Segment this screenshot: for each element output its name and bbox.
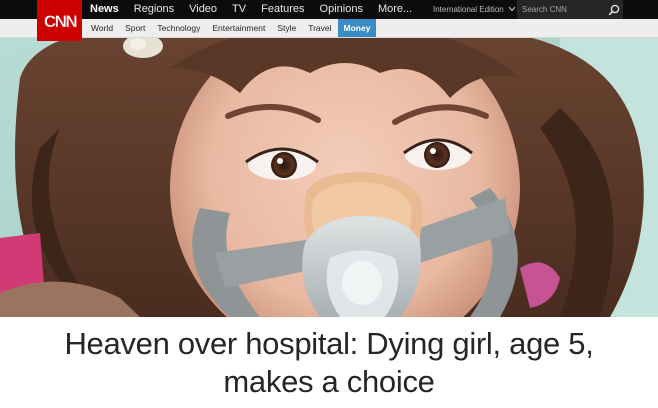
section-nav: World Sport Technology Entertainment Sty…	[85, 19, 377, 37]
nav-item-video[interactable]: Video	[189, 0, 217, 19]
section-money[interactable]: Money	[337, 19, 377, 37]
top-navigation-bar: News Regions Video TV Features Opinions …	[0, 0, 658, 19]
primary-nav: News Regions Video TV Features Opinions …	[90, 0, 427, 19]
article-headline[interactable]: Heaven over hospital: Dying girl, age 5,…	[59, 325, 599, 401]
hero-photo-girl-with-mask	[0, 38, 658, 317]
nav-item-features[interactable]: Features	[261, 0, 304, 19]
section-travel[interactable]: Travel	[302, 19, 337, 37]
chevron-down-icon	[508, 5, 516, 14]
section-sport[interactable]: Sport	[119, 19, 151, 37]
nav-item-tv[interactable]: TV	[232, 0, 246, 19]
section-technology[interactable]: Technology	[151, 19, 206, 37]
edition-selector[interactable]: International Edition	[433, 0, 516, 19]
search-box	[517, 0, 623, 19]
hero-image[interactable]	[0, 38, 658, 317]
section-entertainment[interactable]: Entertainment	[206, 19, 271, 37]
section-nav-bar: World Sport Technology Entertainment Sty…	[0, 19, 658, 38]
search-input[interactable]	[522, 5, 604, 14]
headline-container: Heaven over hospital: Dying girl, age 5,…	[0, 317, 658, 408]
section-style[interactable]: Style	[271, 19, 302, 37]
section-world[interactable]: World	[85, 19, 119, 37]
cnn-logo-mark: CNN	[43, 11, 78, 31]
svg-text:CNN: CNN	[43, 12, 77, 31]
nav-item-regions[interactable]: Regions	[134, 0, 174, 19]
nav-item-news[interactable]: News	[90, 0, 119, 19]
edition-label: International Edition	[433, 5, 504, 14]
nav-item-opinions[interactable]: Opinions	[320, 0, 363, 19]
cnn-logo[interactable]: CNN	[37, 0, 82, 41]
nav-item-more[interactable]: More...	[378, 0, 412, 19]
